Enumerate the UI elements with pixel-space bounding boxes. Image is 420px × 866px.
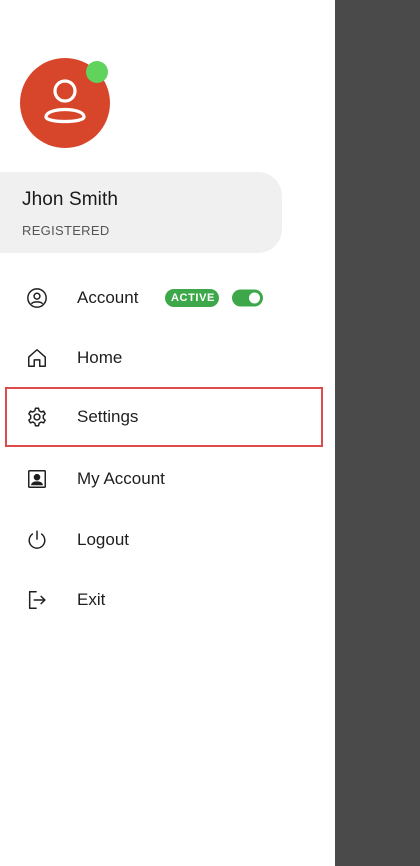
menu-item-label: Account	[77, 288, 139, 307]
user-icon	[44, 79, 86, 124]
status-badge: ACTIVE	[165, 289, 219, 307]
gear-icon	[25, 405, 49, 429]
account-toggle[interactable]	[232, 289, 263, 307]
menu-item-label: Home	[77, 348, 123, 367]
contact-card-icon	[25, 467, 49, 491]
menu-item-settings[interactable]: Settings	[0, 387, 335, 447]
menu-item-account[interactable]: Account ACTIVE	[0, 268, 335, 328]
menu-item-exit[interactable]: Exit	[0, 570, 335, 630]
menu-item-label: Exit	[77, 590, 106, 609]
menu-item-home[interactable]: Home	[0, 328, 335, 388]
menu-item-label: Settings	[77, 407, 139, 426]
exit-icon	[25, 588, 49, 612]
menu-item-my-account[interactable]: My Account	[0, 449, 335, 509]
navigation-drawer: Jhon Smith REGISTERED Account ACTIVE Hom…	[0, 0, 335, 866]
toggle-knob	[249, 292, 260, 304]
home-icon	[25, 346, 49, 370]
menu-item-label: My Account	[77, 469, 165, 488]
menu-item-logout[interactable]: Logout	[0, 510, 335, 570]
power-icon	[25, 528, 49, 552]
online-status-dot	[86, 61, 108, 83]
profile-card[interactable]	[0, 172, 282, 253]
drawer-scrim[interactable]	[335, 0, 420, 866]
account-circle-icon	[25, 286, 49, 310]
menu-item-label: Logout	[77, 530, 129, 549]
profile-status: REGISTERED	[22, 223, 110, 238]
profile-name: Jhon Smith	[22, 189, 119, 210]
